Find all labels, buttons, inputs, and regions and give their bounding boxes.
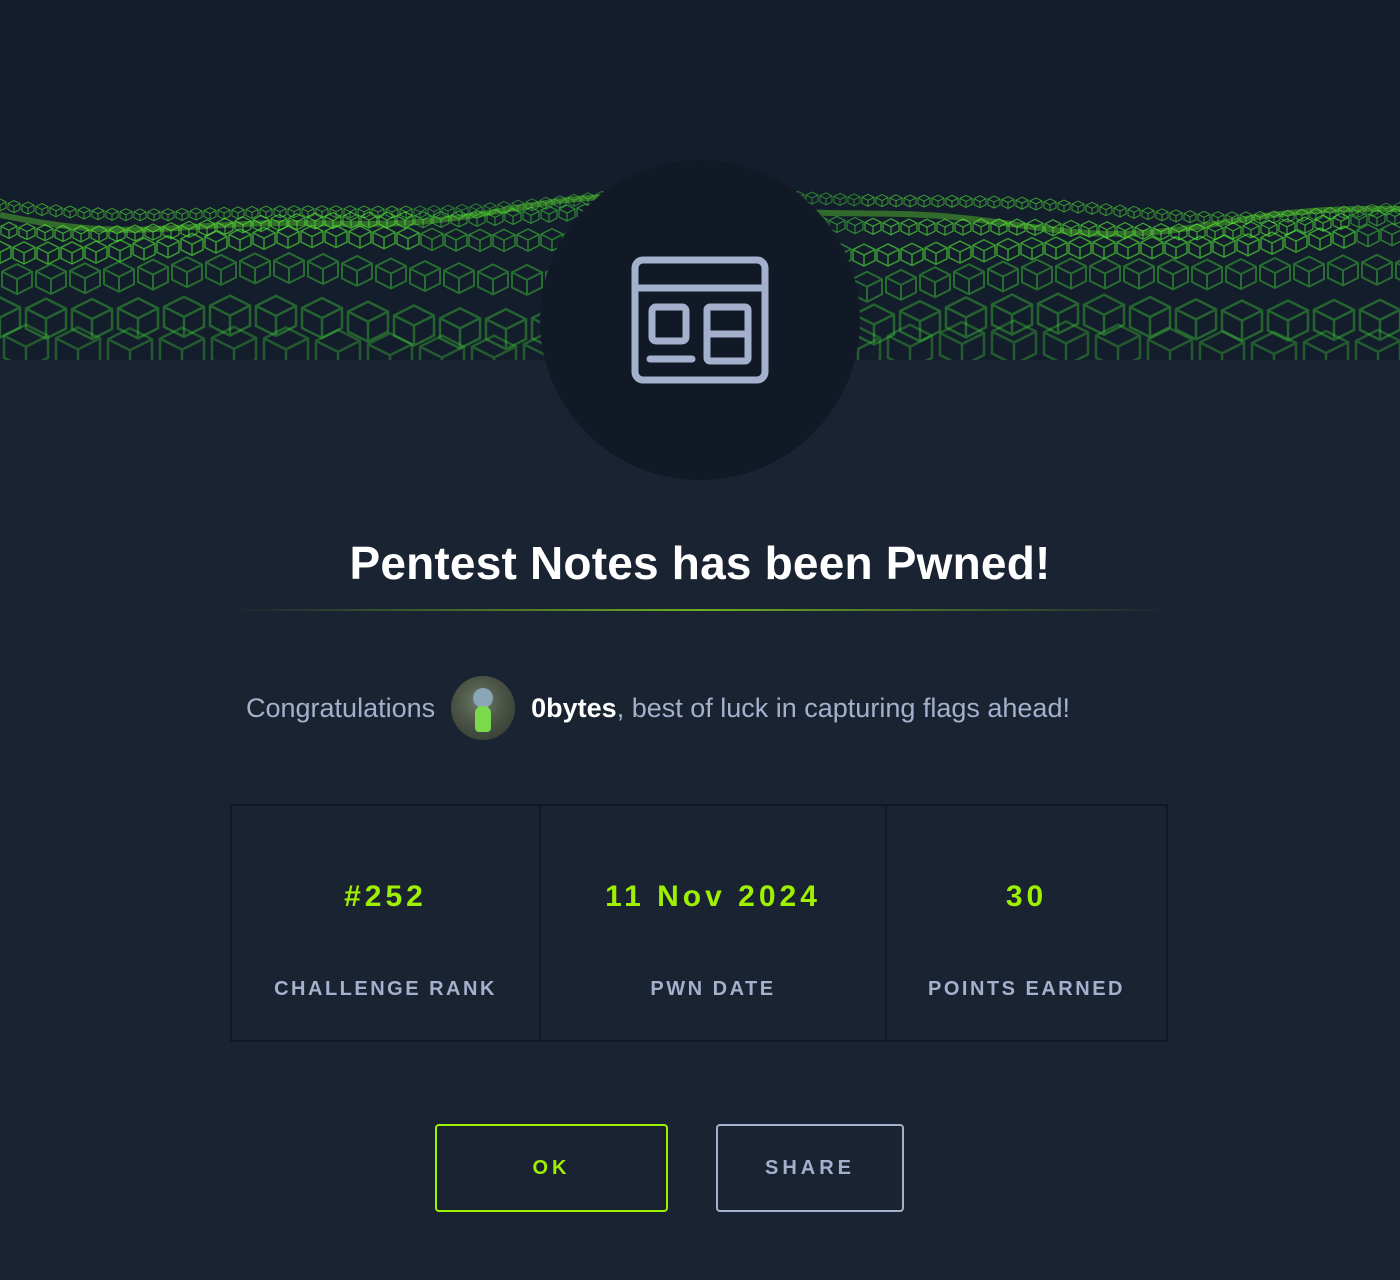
user-avatar[interactable] xyxy=(451,676,516,740)
stat-label: POINTS EARNED xyxy=(928,978,1125,1000)
stat-pwn-date: 11 Nov 2024 PWN DATE xyxy=(539,806,885,1040)
avatar-body-shape xyxy=(475,706,492,732)
share-button[interactable]: SHARE xyxy=(716,1124,904,1212)
congrats-suffix: , best of luck in capturing flags ahead! xyxy=(616,692,1070,723)
avatar-head-shape xyxy=(473,688,494,708)
stat-value: 30 xyxy=(1005,880,1048,913)
congratulations-message: Congratulations 0bytes, best of luck in … xyxy=(246,676,1070,740)
stat-challenge-rank: #252 CHALLENGE RANK xyxy=(232,806,539,1040)
stats-table: #252 CHALLENGE RANK 11 Nov 2024 PWN DATE… xyxy=(230,804,1168,1042)
stat-value: #252 xyxy=(344,880,427,913)
stat-points-earned: 30 POINTS EARNED xyxy=(885,806,1166,1040)
challenge-badge xyxy=(540,160,860,480)
stat-label: CHALLENGE RANK xyxy=(274,978,497,1000)
username[interactable]: 0bytes xyxy=(531,693,617,724)
page-title: Pentest Notes has been Pwned! xyxy=(349,537,1051,589)
stat-label: PWN DATE xyxy=(650,978,776,1000)
web-layout-icon xyxy=(631,256,769,384)
pwned-dialog: Pentest Notes has been Pwned! Congratula… xyxy=(0,0,1400,1280)
ok-button[interactable]: OK xyxy=(435,1124,668,1212)
congrats-prefix: Congratulations xyxy=(246,692,436,723)
title-divider xyxy=(230,609,1170,611)
stat-value: 11 Nov 2024 xyxy=(605,880,821,913)
